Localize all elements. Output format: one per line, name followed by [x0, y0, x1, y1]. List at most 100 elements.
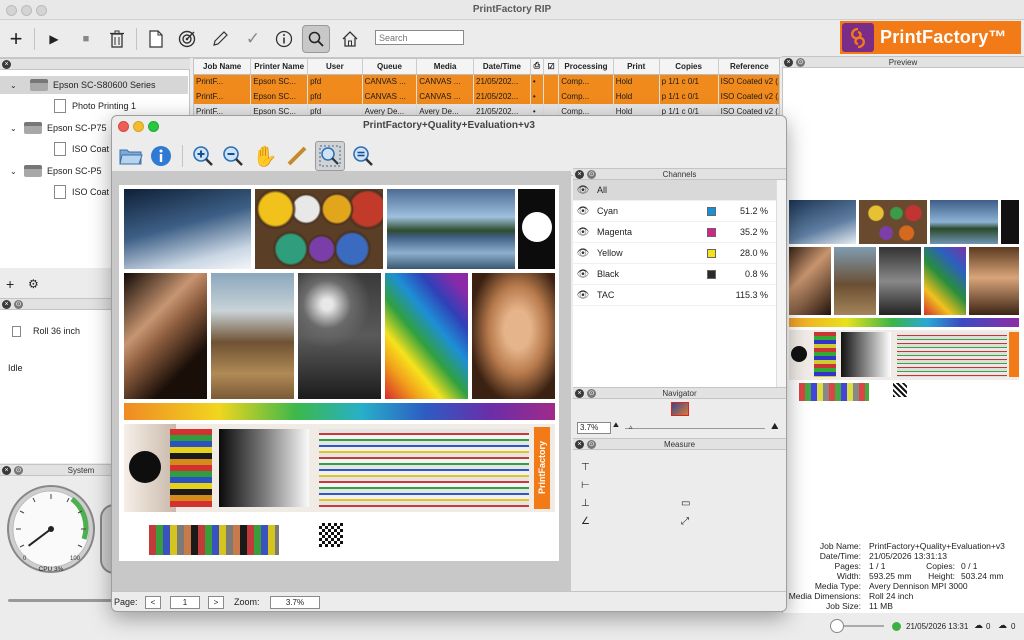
measure-top-icon[interactable]: ⊤ — [581, 462, 590, 473]
zoom-window-button[interactable] — [36, 5, 47, 16]
trash-icon[interactable] — [103, 25, 131, 53]
ruler-icon[interactable] — [282, 141, 312, 171]
tree-item-queue-1[interactable]: Photo Printing 1 — [54, 97, 136, 115]
channel-row-black[interactable]: 👁 Black 0.8 % — [573, 264, 776, 285]
detach-panel-icon[interactable]: ⊙ — [14, 466, 23, 475]
table-cell: p 1/1 c 0/1 — [659, 74, 719, 89]
detach-panel-icon[interactable]: ⊙ — [587, 389, 596, 398]
pencil-icon[interactable] — [206, 25, 234, 53]
close-window-button[interactable] — [6, 5, 17, 16]
eye-icon[interactable]: 👁 — [573, 206, 593, 217]
close-panel-icon[interactable]: × — [2, 60, 11, 69]
channels-scrollbar[interactable] — [776, 180, 786, 387]
col-media[interactable]: Media — [416, 59, 475, 75]
channel-percentage: 0.8 % — [744, 269, 768, 279]
col-job-name[interactable]: Job Name — [194, 59, 252, 75]
search-input[interactable] — [375, 30, 464, 45]
eye-icon[interactable]: 👁 — [573, 227, 593, 238]
tree-item-printer-1[interactable]: ⌄ Epson SC-S80600 Series — [0, 76, 188, 94]
job-table: Job Name Printer Name User Queue Media D… — [193, 58, 780, 118]
zoom-out-icon[interactable] — [218, 141, 248, 171]
stop-icon[interactable]: ■ — [72, 25, 100, 53]
navigator-thumbnail[interactable] — [671, 402, 689, 416]
chevron-down-icon[interactable]: ⌄ — [10, 81, 24, 90]
zoom-field[interactable]: 3.7% — [270, 596, 320, 609]
col-processing[interactable]: Processing — [558, 59, 614, 75]
gear-icon[interactable]: ⚙ — [28, 277, 39, 291]
tree-item-printer-3[interactable]: ⌄ Epson SC-P5 — [10, 162, 102, 180]
channel-row-yellow[interactable]: 👁 Yellow 28.0 % — [573, 243, 776, 264]
minimize-window-button[interactable] — [133, 121, 144, 132]
tree-item-printer-2[interactable]: ⌄ Epson SC-P75 — [10, 119, 107, 137]
channel-row-all[interactable]: 👁 All — [573, 180, 776, 201]
channel-row-cyan[interactable]: 👁 Cyan 51.2 % — [573, 201, 776, 222]
info-icon[interactable] — [270, 25, 298, 53]
table-row[interactable]: PrintF... Epson SC... pfd CANVAS ... CANVAS … — [194, 74, 779, 89]
col-printer-name[interactable]: Printer Name — [250, 59, 309, 75]
page-number-field[interactable]: 1 — [170, 596, 200, 609]
col-queue[interactable]: Queue — [362, 59, 418, 75]
close-panel-icon[interactable]: × — [2, 466, 11, 475]
target-icon[interactable] — [173, 25, 201, 53]
col-user[interactable]: User — [307, 59, 363, 75]
close-panel-icon[interactable]: × — [575, 389, 584, 398]
detach-panel-icon[interactable]: ⊙ — [796, 58, 805, 67]
col-reference[interactable]: Reference — [718, 59, 779, 75]
measure-bottom-icon[interactable]: ⊥ — [581, 498, 590, 509]
measure-distance-icon[interactable]: ⤢ — [681, 516, 689, 527]
play-icon[interactable]: ▶ — [40, 25, 68, 53]
close-panel-icon[interactable]: × — [575, 440, 584, 449]
printer-col-icon[interactable]: ⎙ — [530, 59, 544, 75]
tree-item-queue-3[interactable]: ISO Coat — [54, 183, 109, 201]
checkbox-col-icon[interactable]: ☑ — [543, 59, 560, 75]
search-icon[interactable] — [302, 25, 330, 53]
add-icon[interactable]: + — [2, 25, 30, 53]
zoom-fit-icon[interactable] — [315, 141, 345, 171]
detach-panel-icon[interactable]: ⊙ — [587, 170, 596, 179]
close-panel-icon[interactable]: × — [784, 58, 793, 67]
checkmark-icon[interactable]: ✓ — [239, 25, 267, 53]
large-mountain-icon[interactable]: ⛰ — [771, 421, 779, 432]
measure-left-icon[interactable]: ⊢ — [581, 480, 590, 491]
slider-knob[interactable] — [830, 619, 844, 633]
eye-icon[interactable]: 👁 — [573, 269, 593, 280]
hand-pan-icon[interactable]: ✋ — [250, 141, 280, 171]
tree-item-queue-2[interactable]: ISO Coat — [54, 140, 109, 158]
channel-row-magenta[interactable]: 👁 Magenta 35.2 % — [573, 222, 776, 243]
document-canvas[interactable]: PrintFactory — [112, 171, 571, 591]
eye-icon[interactable]: 👁 — [573, 290, 593, 301]
add-icon[interactable]: + — [6, 276, 14, 292]
detach-panel-icon[interactable]: ⊙ — [587, 440, 596, 449]
info-icon[interactable] — [146, 141, 176, 171]
close-window-button[interactable] — [118, 121, 129, 132]
navigator-zoom-field[interactable]: 3.7% — [577, 422, 611, 434]
eye-icon[interactable]: 👁 — [573, 248, 593, 259]
next-page-button[interactable]: > — [208, 596, 224, 609]
close-panel-icon[interactable]: × — [575, 170, 584, 179]
close-panel-icon[interactable]: × — [2, 300, 11, 309]
system-scrollbar[interactable] — [8, 599, 112, 602]
col-date-time[interactable]: Date/Time — [473, 59, 531, 75]
table-row[interactable]: PrintF... Epson SC... pfd CANVAS ... CANVAS … — [194, 89, 779, 104]
zoom-in-icon[interactable] — [188, 141, 218, 171]
eye-icon[interactable]: 👁 — [573, 185, 593, 196]
slider-knob-icon[interactable]: ▵ — [629, 423, 633, 431]
info-label-media-type: Media Type: — [814, 581, 861, 591]
zoom-actual-icon[interactable] — [348, 141, 378, 171]
col-copies[interactable]: Copies — [659, 59, 719, 75]
measure-box-icon[interactable]: ▭ — [681, 498, 690, 509]
open-folder-icon[interactable] — [116, 141, 146, 171]
chevron-down-icon[interactable]: ⌄ — [10, 167, 24, 176]
small-mountain-icon[interactable]: ⛰ — [613, 422, 619, 430]
navigator-zoom-slider[interactable] — [625, 428, 765, 429]
chevron-down-icon[interactable]: ⌄ — [10, 124, 24, 133]
channel-row-tac[interactable]: 👁 TAC 115.3 % — [573, 285, 776, 306]
home-icon[interactable] — [336, 25, 364, 53]
zoom-window-button[interactable] — [148, 121, 159, 132]
detach-panel-icon[interactable]: ⊙ — [14, 300, 23, 309]
prev-page-button[interactable]: < — [145, 596, 161, 609]
col-print[interactable]: Print — [613, 59, 660, 75]
minimize-window-button[interactable] — [21, 5, 32, 16]
document-icon[interactable] — [142, 25, 170, 53]
measure-angle-icon[interactable]: ∠ — [581, 516, 590, 527]
